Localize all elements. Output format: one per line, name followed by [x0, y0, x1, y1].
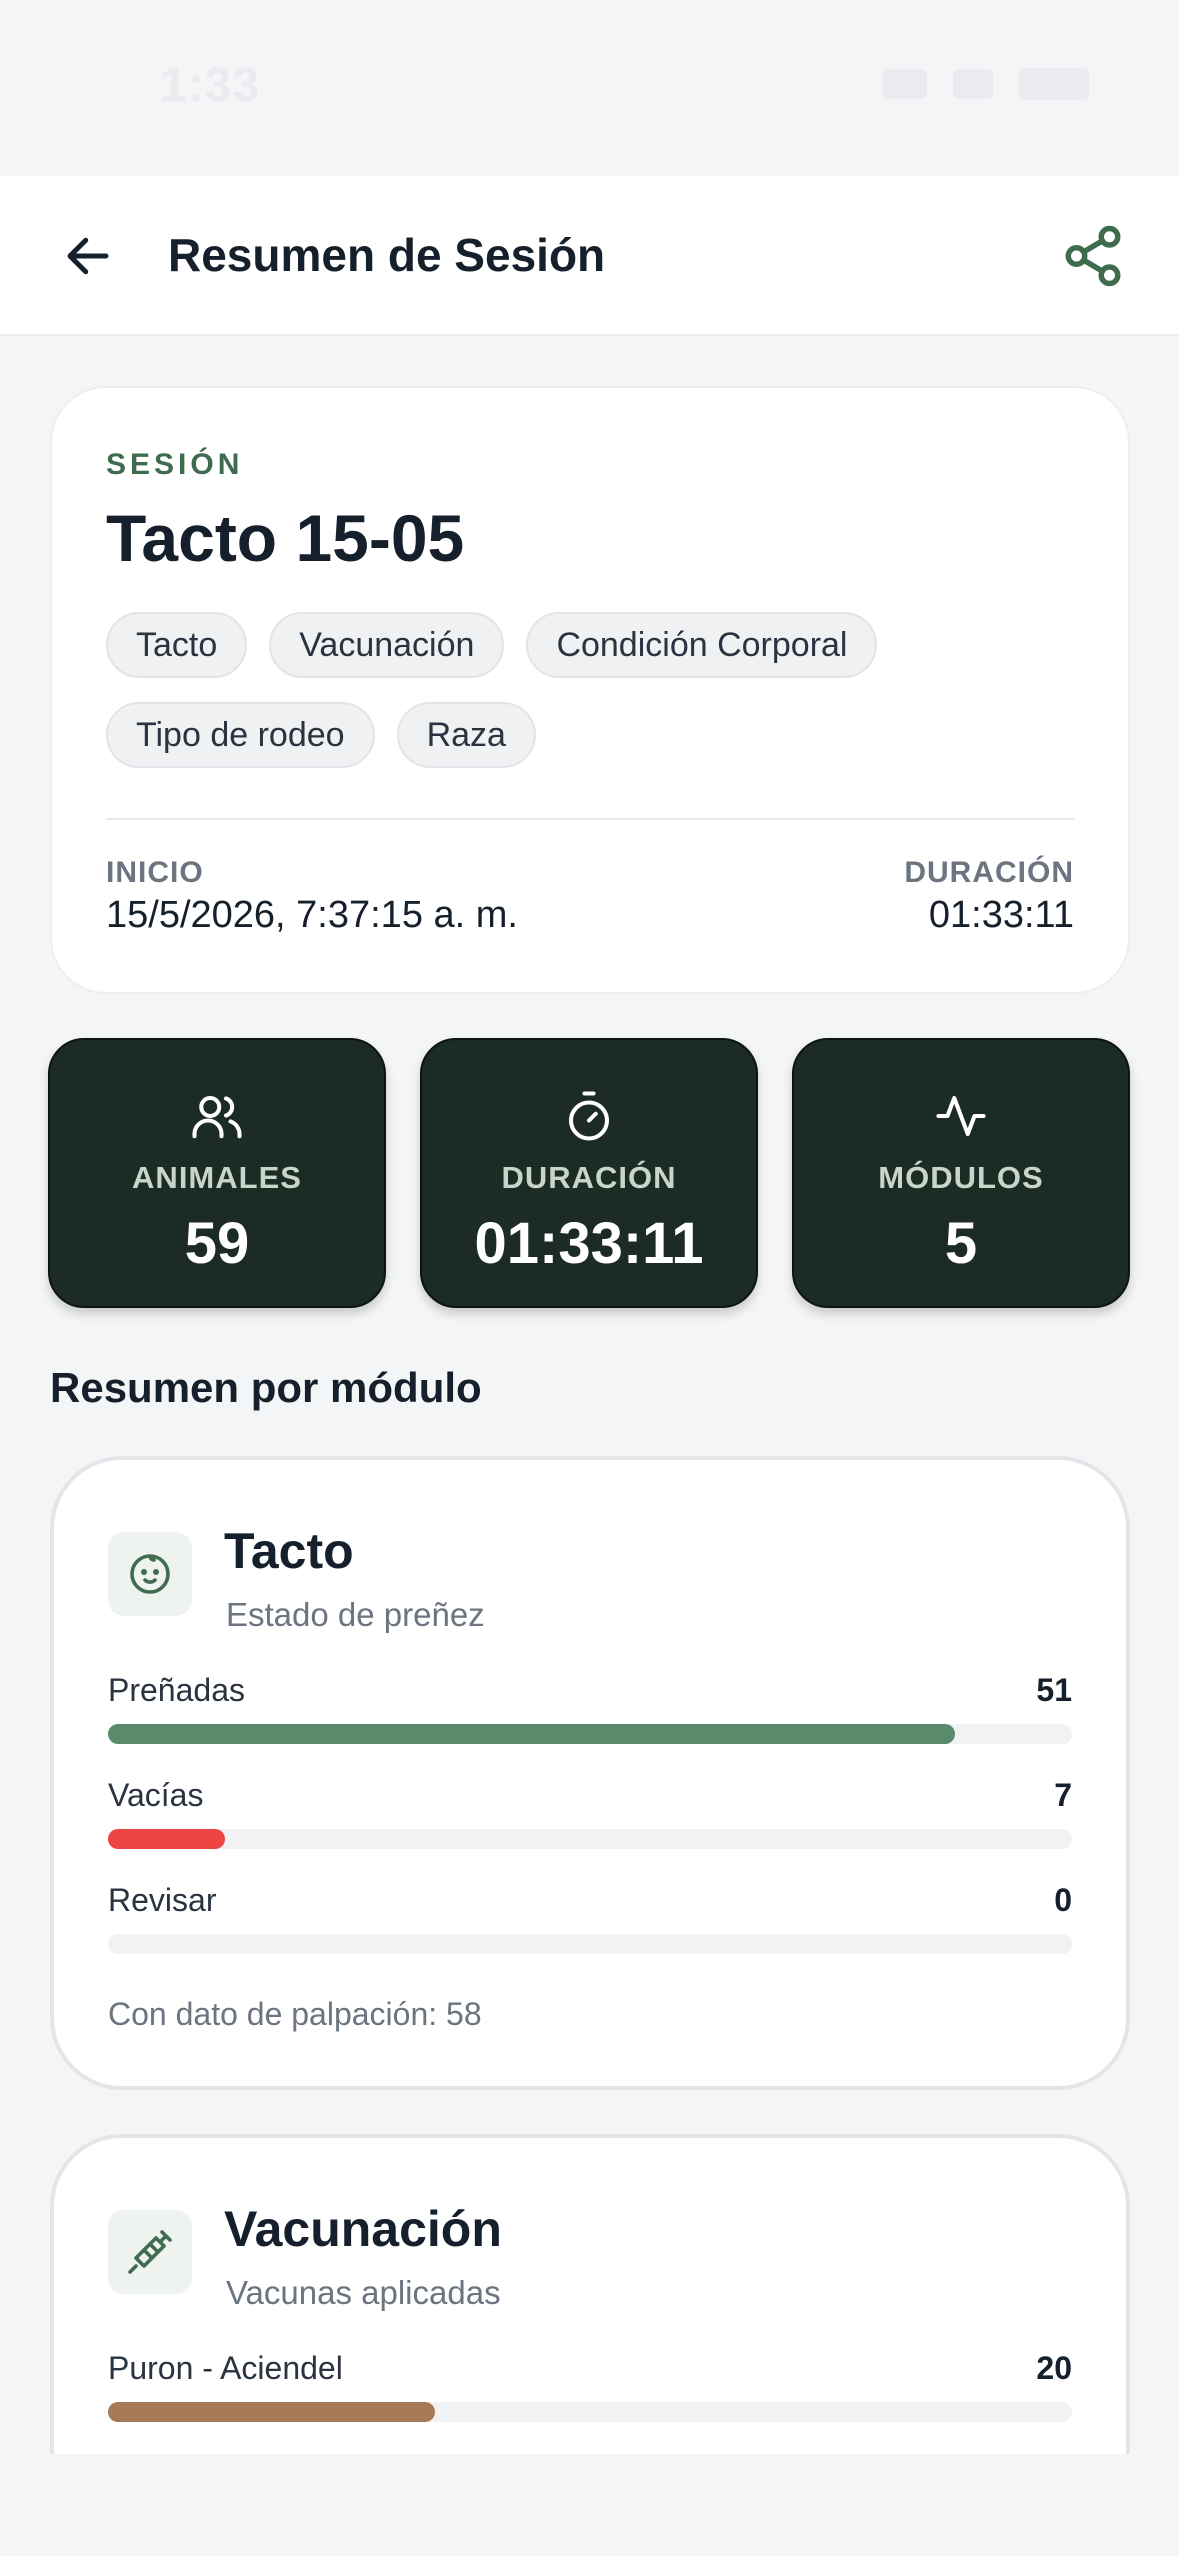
- module-title: Tacto: [224, 1523, 354, 1579]
- status-time: 1:33: [160, 59, 261, 112]
- module-card-tacto[interactable]: Tacto Estado de preñez Preñadas 51 Vacía…: [50, 1456, 1130, 2090]
- battery-icon: [1019, 68, 1089, 100]
- progress-fill: [108, 2402, 435, 2422]
- arrow-left-icon: [67, 237, 109, 275]
- progress-fill: [108, 1724, 956, 1744]
- stat-value: 01:33:11: [474, 1211, 704, 1276]
- duration-label: DURACIÓN: [904, 856, 1074, 889]
- row-value: 20: [1036, 2350, 1072, 2386]
- row-label: Vacías: [108, 1777, 204, 1813]
- bottom-area: [0, 2454, 1179, 2556]
- app-header: Resumen de Sesión: [0, 176, 1179, 336]
- stat-modules: MÓDULOS 5: [792, 1038, 1130, 1308]
- duration-value: 01:33:11: [928, 894, 1074, 936]
- stat-duration: DURACIÓN 01:33:11: [420, 1038, 758, 1308]
- start-value: 15/5/2026, 7:37:15 a. m.: [106, 894, 518, 936]
- module-subtitle: Estado de preñez: [226, 1596, 485, 1633]
- syringe-icon: [128, 2230, 172, 2274]
- module-title: Vacunación: [224, 2201, 502, 2257]
- module-icon: [108, 2210, 192, 2294]
- stat-label: ANIMALES: [132, 1160, 302, 1195]
- row-value: 7: [1054, 1777, 1072, 1813]
- session-eyebrow: SESIÓN: [106, 448, 244, 481]
- module-footer: Con dato de palpación: 58: [108, 1996, 482, 2032]
- stat-label: MÓDULOS: [878, 1160, 1044, 1195]
- stats-row: ANIMALES 59 DURACIÓN 01:33:11 MÓDULOS 5: [48, 1038, 1132, 1308]
- tag-chip: Vacunación: [269, 612, 505, 678]
- tag-chip: Condición Corporal: [526, 612, 878, 678]
- page-title: Resumen de Sesión: [168, 229, 606, 281]
- stat-value: 59: [184, 1211, 250, 1276]
- module-icon: [108, 1532, 192, 1616]
- progress-track: [108, 2402, 1072, 2422]
- progress-track: [108, 1829, 1072, 1849]
- share-icon: [1065, 225, 1121, 287]
- baby-face-icon: [130, 1554, 170, 1594]
- wifi-icon: [953, 69, 993, 99]
- progress-track: [108, 1934, 1072, 1954]
- module-subtitle: Vacunas aplicadas: [226, 2274, 501, 2311]
- section-title: Resumen por módulo: [50, 1364, 482, 1411]
- progress-track: [108, 1724, 1072, 1744]
- divider: [106, 818, 1074, 820]
- start-label: INICIO: [106, 856, 204, 889]
- activity-icon: [936, 1095, 986, 1137]
- share-button[interactable]: [1057, 220, 1129, 292]
- status-icons: [883, 68, 1089, 100]
- stat-row-vaccine: Puron - Aciendel 20: [108, 2350, 1072, 2430]
- stat-row-vacias: Vacías 7: [108, 1777, 1072, 1857]
- session-card: SESIÓN Tacto 15-05 Tacto Vacunación Cond…: [50, 386, 1130, 994]
- row-label: Revisar: [108, 1882, 217, 1918]
- progress-fill: [108, 1829, 225, 1849]
- row-value: 51: [1036, 1672, 1072, 1708]
- status-bar: 1:33: [0, 0, 1179, 176]
- tag-chip: Tipo de rodeo: [106, 702, 375, 768]
- tag-chip: Tacto: [106, 612, 248, 678]
- row-value: 0: [1054, 1882, 1072, 1918]
- session-tags: Tacto Vacunación Condición Corporal Tipo…: [106, 612, 1086, 768]
- timer-icon: [568, 1091, 610, 1141]
- row-label: Preñadas: [108, 1672, 245, 1708]
- users-icon: [192, 1095, 242, 1139]
- stat-animals: ANIMALES 59: [48, 1038, 386, 1308]
- stat-label: DURACIÓN: [501, 1160, 677, 1195]
- stat-value: 5: [944, 1211, 978, 1276]
- stat-row-prenadas: Preñadas 51: [108, 1672, 1072, 1752]
- row-label: Puron - Aciendel: [108, 2350, 343, 2386]
- tag-chip: Raza: [396, 702, 536, 768]
- stat-row-revisar: Revisar 0: [108, 1882, 1072, 1962]
- back-button[interactable]: [56, 224, 120, 288]
- session-name: Tacto 15-05: [106, 501, 465, 575]
- signal-icon: [883, 69, 927, 99]
